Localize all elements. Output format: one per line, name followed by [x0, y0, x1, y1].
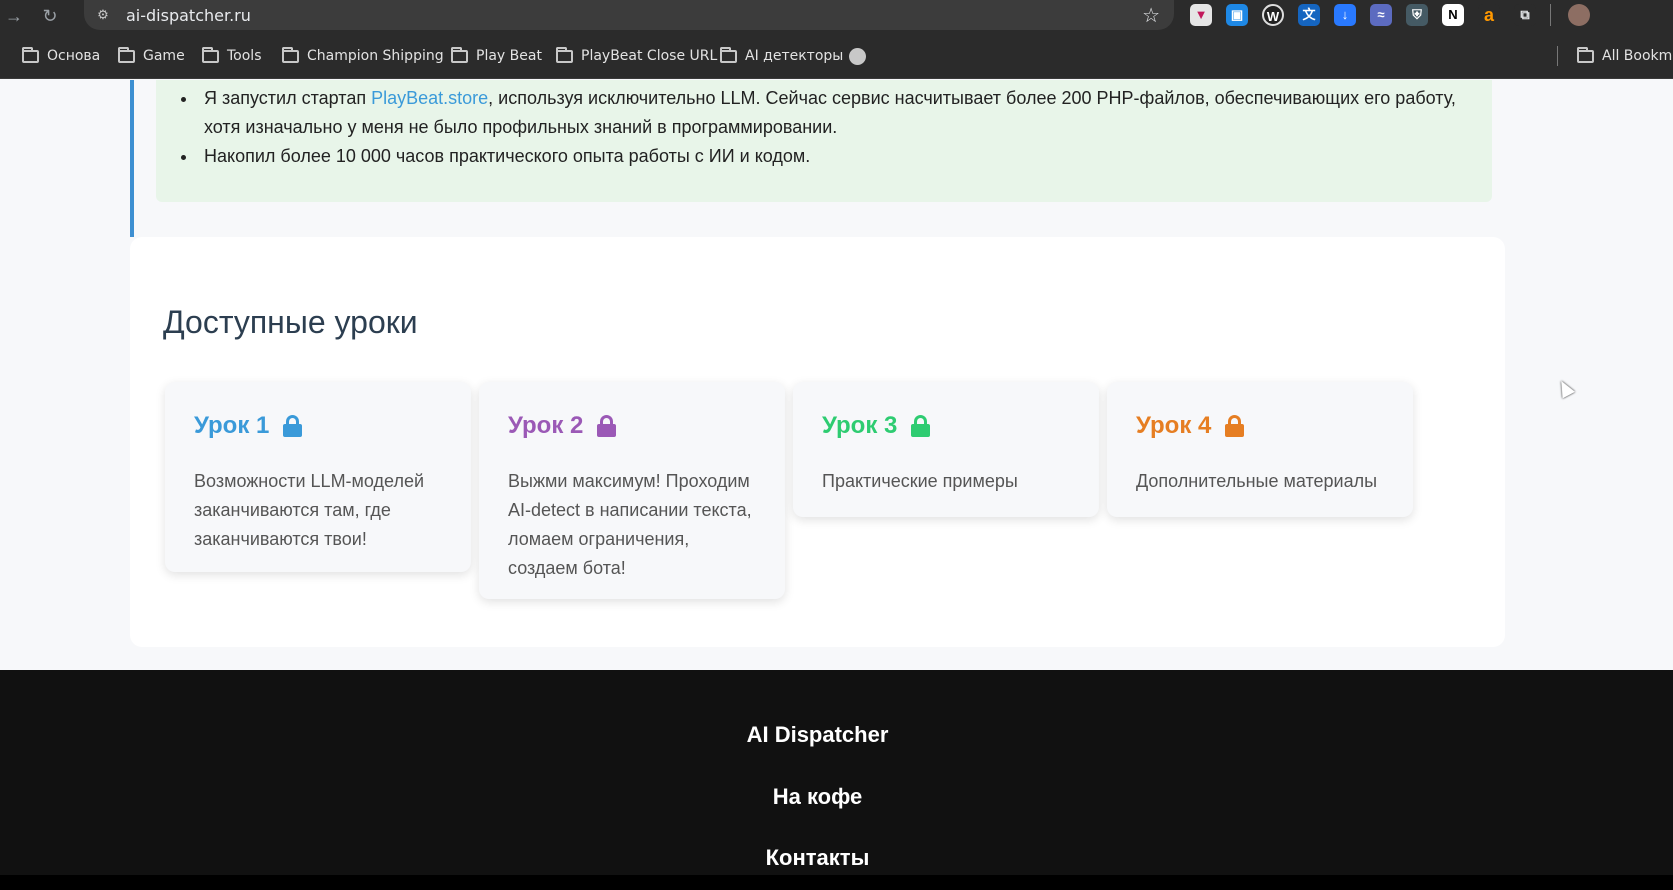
url-text: ai-dispatcher.ru [126, 6, 251, 25]
extension-a-icon[interactable]: a [1478, 4, 1500, 26]
bookmark-folder-tools[interactable]: Tools [202, 46, 262, 66]
experience-item: Я запустил стартап PlayBeat.store, испол… [198, 84, 1458, 142]
extension-screenshot-icon[interactable]: ▣ [1226, 4, 1248, 26]
lock-icon [911, 415, 931, 437]
bookmark-label: PlayBeat Close URL [581, 48, 718, 64]
toolbar-divider [1550, 4, 1554, 26]
extension-wave-icon[interactable]: ≈ [1370, 4, 1392, 26]
extension-translate-icon[interactable]: 文 [1298, 4, 1320, 26]
lesson-card-1[interactable]: Урок 1 Возможности LLM-моделей заканчива… [165, 382, 471, 572]
bookmarks-bar: Основа Game Tools Champion Shipping Play… [0, 32, 1673, 79]
extension-download-icon[interactable]: ▼ [1190, 4, 1212, 26]
lesson-description: Дополнительные материалы [1136, 471, 1378, 491]
extensions-bar: ▼ ▣ W 文 ↓ ≈ ⛨ N a ⧉ [1190, 4, 1590, 28]
bookmark-folder-game[interactable]: Game [118, 46, 185, 66]
folder-icon [118, 46, 135, 63]
footer-brand[interactable]: AI Dispatcher [0, 722, 1635, 748]
playbeat-store-link[interactable]: PlayBeat.store [371, 88, 488, 108]
taskbar-strip [0, 875, 1673, 890]
extension-shield-icon[interactable]: ⛨ [1406, 4, 1428, 26]
experience-text: Я запустил стартап [204, 88, 372, 108]
page-content: Я запустил стартап PlayBeat.store, испол… [0, 80, 1673, 670]
bookmark-label: Play Beat [476, 48, 542, 64]
extensions-puzzle-icon[interactable]: ⧉ [1514, 4, 1536, 26]
lesson-title: Урок 2 [508, 412, 584, 439]
reload-icon[interactable]: ↻ [38, 4, 62, 28]
experience-list: Я запустил стартап PlayBeat.store, испол… [198, 84, 1458, 171]
extension-w-icon[interactable]: W [1262, 4, 1284, 26]
experience-item: Накопил более 10 000 часов практического… [198, 142, 1458, 171]
bookmark-label: Tools [227, 48, 262, 64]
lessons-section: Доступные уроки Урок 1 Возможности LLM-м… [130, 237, 1505, 647]
lesson-card-header: Урок 3 [822, 412, 931, 440]
lesson-description: Практические примеры [822, 471, 1018, 491]
profile-avatar[interactable] [1568, 4, 1590, 26]
folder-icon [202, 46, 219, 63]
site-settings-icon[interactable]: ⚙ [94, 6, 112, 24]
lessons-title: Доступные уроки [163, 304, 418, 340]
address-bar[interactable]: ⚙ ai-dispatcher.ru ☆ [84, 0, 1174, 30]
forward-icon[interactable]: → [2, 4, 26, 28]
lock-icon [1225, 415, 1245, 437]
extension-notion-icon[interactable]: N [1442, 4, 1464, 26]
bookmark-star-icon[interactable]: ☆ [1142, 3, 1160, 28]
bookmark-folder-osnova[interactable]: Основа [22, 46, 100, 66]
lock-icon [597, 415, 617, 437]
lock-icon [283, 415, 303, 437]
bookmark-label: AI детекторы [745, 48, 844, 64]
folder-icon [1577, 46, 1594, 63]
lesson-card-2[interactable]: Урок 2 Выжми максимум! Проходим AI-detec… [479, 382, 785, 599]
all-bookmarks-folder[interactable]: All Bookma [1577, 46, 1673, 66]
bookmark-label: Основа [47, 48, 101, 64]
lesson-card-4[interactable]: Урок 4 Дополнительные материалы [1107, 382, 1413, 517]
bookmark-folder-ai-detectors[interactable]: AI детекторы [720, 46, 843, 66]
experience-highlight: Я запустил стартап PlayBeat.store, испол… [156, 80, 1492, 202]
bookmark-folder-play-beat[interactable]: Play Beat [451, 46, 542, 66]
footer-contacts-link[interactable]: Контакты [0, 845, 1635, 871]
lesson-title: Урок 1 [194, 412, 270, 439]
experience-block: Я запустил стартап PlayBeat.store, испол… [130, 80, 1505, 237]
browser-toolbar: → ↻ ⚙ ai-dispatcher.ru ☆ ▼ ▣ W 文 ↓ ≈ ⛨ N… [0, 0, 1673, 32]
lesson-card-header: Урок 2 [508, 412, 617, 440]
site-footer: AI Dispatcher На кофе Контакты [0, 670, 1673, 875]
folder-icon [556, 46, 573, 63]
footer-coffee-link[interactable]: На кофе [0, 784, 1635, 810]
lesson-card-header: Урок 1 [194, 412, 303, 440]
extension-arrow-down-icon[interactable]: ↓ [1334, 4, 1356, 26]
folder-icon [282, 46, 299, 63]
lesson-description: Выжми максимум! Проходим AI-detect в нап… [508, 471, 752, 578]
bookmark-folder-champion-shipping[interactable]: Champion Shipping [282, 46, 444, 66]
globe-icon [849, 47, 866, 65]
folder-icon [451, 46, 468, 63]
lesson-title: Урок 4 [1136, 412, 1212, 439]
bookmark-label: Game [143, 48, 185, 64]
bookmark-globe[interactable] [849, 46, 866, 66]
bookmark-label: Champion Shipping [307, 48, 444, 64]
folder-icon [720, 46, 737, 63]
bookmarks-divider [1557, 46, 1558, 66]
lesson-title: Урок 3 [822, 412, 898, 439]
folder-icon [22, 46, 39, 63]
all-bookmarks-label: All Bookma [1602, 48, 1673, 64]
lesson-card-header: Урок 4 [1136, 412, 1245, 440]
bookmark-folder-playbeat-close-url[interactable]: PlayBeat Close URL [556, 46, 717, 66]
lesson-card-3[interactable]: Урок 3 Практические примеры [793, 382, 1099, 517]
lesson-description: Возможности LLM-моделей заканчиваются та… [194, 471, 425, 549]
